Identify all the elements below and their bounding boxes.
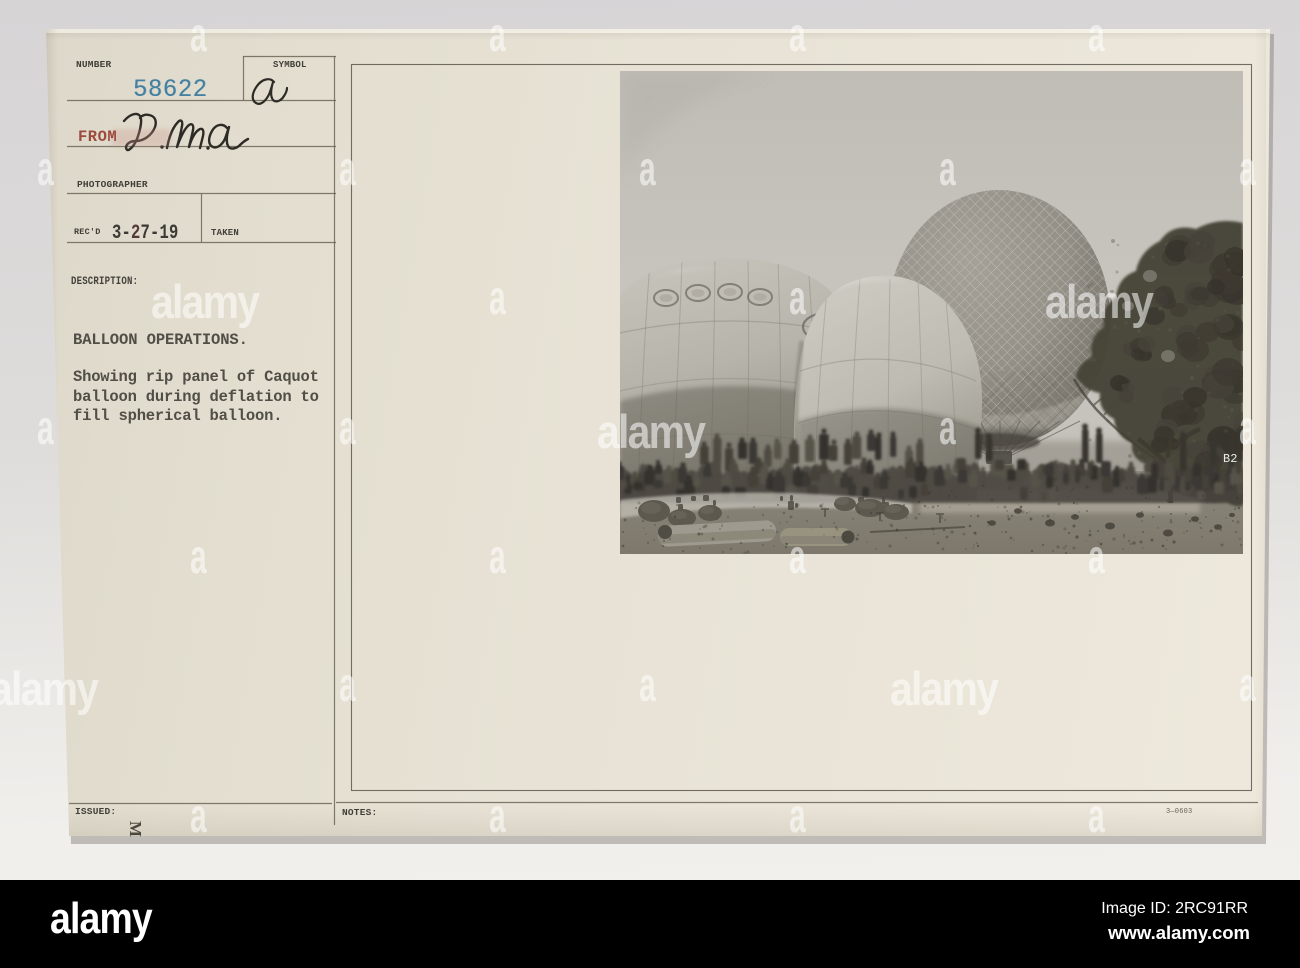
svg-text:B2: B2 (1223, 452, 1237, 466)
svg-text:M: M (126, 821, 145, 837)
